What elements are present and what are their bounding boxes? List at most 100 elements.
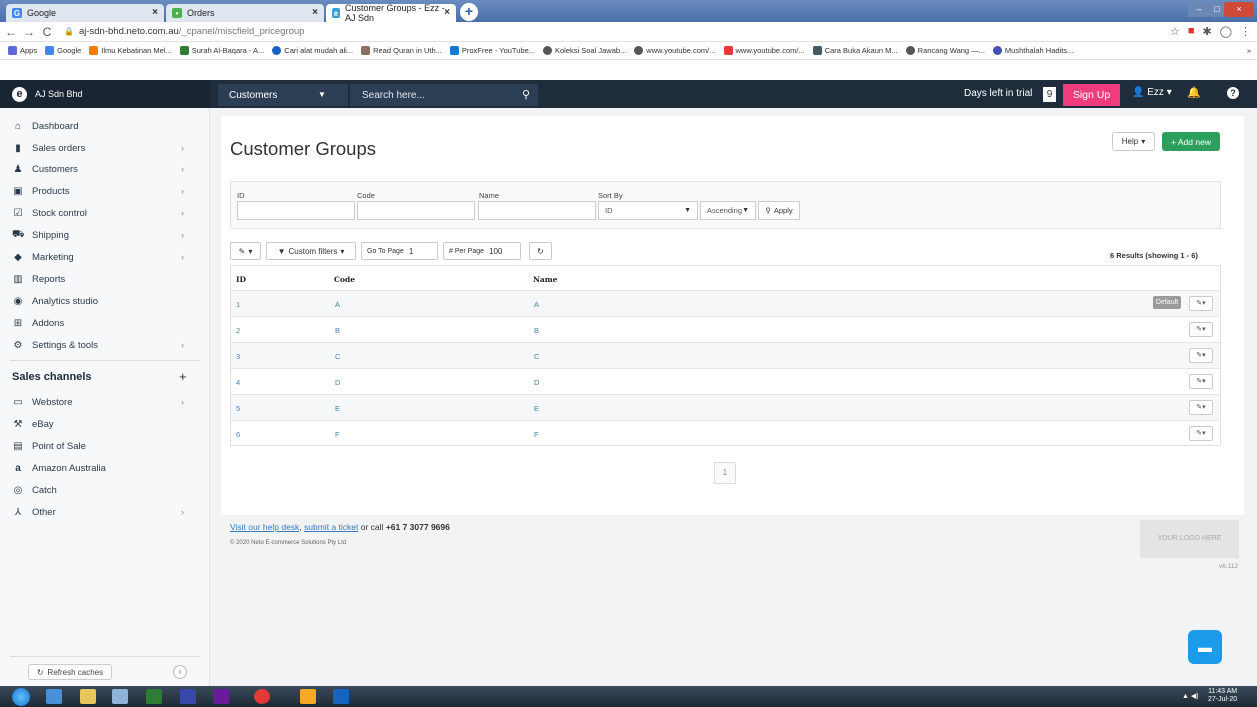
cell-name[interactable]: C (534, 352, 539, 361)
system-clock[interactable]: 11:43 AM 27-Jul-20 (1208, 688, 1237, 704)
bookmark-item[interactable]: ProxFree - YouTube... (449, 46, 535, 55)
brand-bar[interactable]: e AJ Sdn Bhd (0, 80, 210, 108)
search-scope-select[interactable]: Customers ▼ (218, 84, 348, 106)
bookmark-item[interactable]: www.youtube.com/... (723, 46, 805, 55)
sidebar-item-webstore[interactable]: ▭ Webstore › (0, 391, 210, 413)
sidebar-item-stock-control[interactable]: ☑ Stock control › (0, 202, 210, 224)
cell-name[interactable]: E (534, 404, 539, 413)
help-desk-link[interactable]: Visit our help desk (230, 522, 299, 532)
cell-name[interactable]: B (534, 326, 539, 335)
search-icon[interactable]: ⚲ (522, 88, 530, 101)
sidebar-item-amazon-australia[interactable]: a Amazon Australia (0, 457, 210, 479)
minimize-button[interactable]: – (1188, 2, 1210, 17)
filter-code-input[interactable] (357, 201, 475, 220)
app-icon[interactable] (180, 689, 196, 704)
bookmark-item[interactable]: Koleksi Soal Jawab... (543, 46, 626, 55)
custom-filters-button[interactable]: ▼ Custom filters ▾ (266, 242, 356, 260)
browser-tab-customer-groups[interactable]: e Customer Groups - Ezz - AJ Sdn × (326, 3, 456, 23)
filter-name-input[interactable] (478, 201, 596, 220)
table-row[interactable]: 4 D D ✎▾ (231, 368, 1220, 394)
profile-icon[interactable]: ◯ (1220, 25, 1232, 38)
sidebar-item-dashboard[interactable]: ⌂ Dashboard (0, 115, 210, 137)
refresh-button[interactable]: ↻ (529, 242, 552, 260)
cell-code[interactable]: A (335, 300, 340, 309)
table-row[interactable]: 6 F F ✎▾ (231, 420, 1220, 446)
table-row[interactable]: 3 C C ✎▾ (231, 342, 1220, 368)
refresh-caches-button[interactable]: ↻ Refresh caches (28, 664, 112, 680)
close-icon[interactable]: × (444, 7, 450, 18)
cell-code[interactable]: B (335, 326, 340, 335)
sidebar-item-sales-orders[interactable]: ▮ Sales orders › (0, 137, 210, 159)
sidebar-item-ebay[interactable]: ⚒ eBay (0, 413, 210, 435)
sidebar-item-catch[interactable]: ◎ Catch (0, 479, 210, 501)
user-menu-button[interactable]: 👤 Ezz ▾ (1132, 87, 1172, 98)
cell-code[interactable]: E (335, 404, 340, 413)
window-close-button[interactable]: × (1224, 2, 1254, 17)
bookmark-item[interactable]: Surah Al-Baqara - A... (179, 46, 264, 55)
signup-button[interactable]: Sign Up (1063, 84, 1120, 106)
cell-code[interactable]: F (335, 430, 340, 439)
new-tab-button[interactable]: + (460, 3, 478, 21)
menu-icon[interactable]: ⋮ (1240, 25, 1251, 38)
bulk-edit-button[interactable]: ✎ ▾ (230, 242, 261, 260)
table-row[interactable]: 1 A A Default ✎▾ (231, 290, 1220, 316)
browser-tab-orders[interactable]: • Orders × (166, 4, 324, 22)
cell-id[interactable]: 3 (236, 352, 240, 361)
forward-icon[interactable]: → (22, 25, 36, 39)
maximize-button[interactable]: □ (1210, 2, 1224, 17)
go-to-page-input[interactable]: Go To Page 1 (361, 242, 438, 260)
help-circle-icon[interactable]: ? (1227, 87, 1239, 99)
bookmarks-more-button[interactable]: » (1247, 46, 1251, 55)
bookmark-item[interactable]: Apps (8, 46, 37, 55)
cell-id[interactable]: 2 (236, 326, 240, 335)
cell-id[interactable]: 4 (236, 378, 240, 387)
column-header-id[interactable]: ID (236, 275, 246, 284)
cell-code[interactable]: C (335, 352, 340, 361)
sidebar-item-other[interactable]: ⅄ Other › (0, 501, 210, 523)
sidebar-item-settings-tools[interactable]: ⚙ Settings & tools › (0, 334, 210, 356)
add-channel-button[interactable]: + (179, 369, 187, 384)
start-button[interactable] (12, 688, 30, 706)
submit-ticket-link[interactable]: submit a ticket (304, 522, 358, 532)
row-edit-button[interactable]: ✎▾ (1189, 296, 1213, 311)
bookmark-item[interactable]: Cari alat mudah ali... (272, 46, 353, 55)
bookmark-item[interactable]: www.youtube.com/... (634, 46, 716, 55)
reload-icon[interactable]: C (40, 25, 54, 39)
sidebar-item-reports[interactable]: ▥ Reports (0, 268, 210, 290)
notepad-icon[interactable] (112, 689, 128, 704)
cell-id[interactable]: 1 (236, 300, 240, 309)
close-icon[interactable]: × (312, 7, 318, 18)
sidebar-item-analytics-studio[interactable]: ◉ Analytics studio (0, 290, 210, 312)
sidebar-item-marketing[interactable]: ◆ Marketing › (0, 246, 210, 268)
bell-icon[interactable]: 🔔 (1187, 86, 1201, 99)
sidebar-item-customers[interactable]: ♟ Customers › (0, 158, 210, 180)
sidebar-item-products[interactable]: ▣ Products › (0, 180, 210, 202)
browser-tab-google[interactable]: G Google × (6, 4, 164, 22)
row-edit-button[interactable]: ✎▾ (1189, 400, 1213, 415)
cell-id[interactable]: 5 (236, 404, 240, 413)
folder-icon[interactable] (300, 689, 316, 704)
column-header-name[interactable]: Name (533, 275, 557, 284)
puzzle-icon[interactable]: ✱ (1202, 25, 1211, 38)
excel-icon[interactable] (146, 689, 162, 704)
sidebar-item-addons[interactable]: ⊞ Addons (0, 312, 210, 334)
row-edit-button[interactable]: ✎▾ (1189, 374, 1213, 389)
bookmark-item[interactable]: Cara Buka Akaun M... (812, 46, 898, 55)
cell-name[interactable]: F (534, 430, 539, 439)
sort-by-select[interactable]: ID ▼ (598, 201, 698, 220)
per-page-input[interactable]: # Per Page 100 (443, 242, 521, 260)
sidebar-item-shipping[interactable]: ⛟ Shipping › (0, 224, 210, 246)
cell-id[interactable]: 6 (236, 430, 240, 439)
cell-name[interactable]: A (534, 300, 539, 309)
cell-name[interactable]: D (534, 378, 539, 387)
bookmark-item[interactable]: Rancang Wang —... (905, 46, 985, 55)
chat-icon[interactable]: ▬ (1188, 630, 1222, 664)
apply-button[interactable]: ⚲ Apply (758, 201, 800, 220)
ie-icon[interactable] (46, 689, 62, 704)
sidebar-item-point-of-sale[interactable]: ▤ Point of Sale (0, 435, 210, 457)
column-header-code[interactable]: Code (334, 275, 355, 284)
word-icon[interactable] (333, 689, 349, 704)
filter-id-input[interactable] (237, 201, 355, 220)
row-edit-button[interactable]: ✎▾ (1189, 348, 1213, 363)
collapse-sidebar-button[interactable]: ‹ (173, 665, 187, 679)
